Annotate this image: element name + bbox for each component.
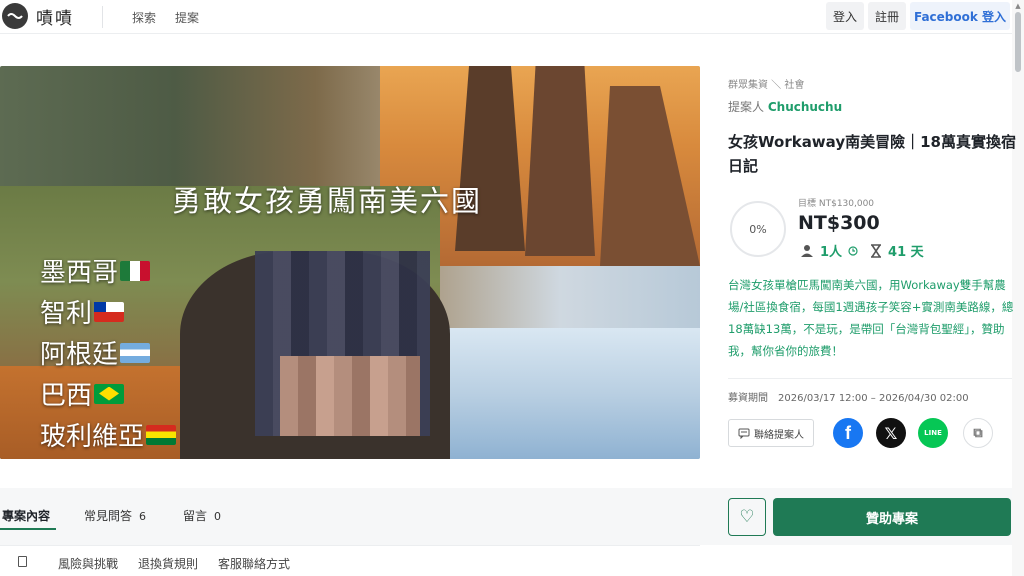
clock-icon bbox=[848, 245, 858, 256]
nav-explore[interactable]: 探索 bbox=[132, 9, 156, 26]
scroll-up-arrow-icon[interactable]: ▲ bbox=[1014, 2, 1022, 10]
share-line-icon[interactable]: LINE bbox=[918, 418, 948, 448]
proposer-line: 提案人 Chuchuchu bbox=[728, 98, 842, 115]
cover-peak bbox=[525, 66, 595, 256]
heart-icon: ♡ bbox=[739, 507, 755, 527]
argentina-flag-icon bbox=[120, 342, 151, 363]
project-cover-image: 勇敢女孩勇闖南美六國 墨西哥 智利 阿根廷 巴西 玻利維亞 祕魯 bbox=[0, 66, 700, 459]
contact-proposer-label: 聯絡提案人 bbox=[754, 429, 804, 441]
progress-percent: 0% bbox=[749, 222, 767, 236]
funding-period: 募資期間 2026/03/17 12:00 – 2026/04/30 02:00 bbox=[728, 393, 969, 404]
tab-label: 專案內容 bbox=[2, 509, 51, 523]
nav-propose[interactable]: 提案 bbox=[175, 9, 199, 26]
tab-project-content[interactable]: 專案內容 bbox=[2, 507, 50, 524]
country-item: 祕魯 bbox=[40, 455, 176, 459]
tab-label: 留言 bbox=[183, 509, 208, 523]
share-x-icon[interactable]: 𝕏 bbox=[876, 418, 906, 448]
active-tab-indicator bbox=[0, 528, 56, 530]
site-header: 嘖嘖 探索 提案 登入 註冊 Facebook 登入 bbox=[0, 0, 1024, 34]
project-description: 台灣女孩單槍匹馬闖南美六國，用Workaway雙手幫農場/社區換食宿，每國1週遇… bbox=[728, 278, 1014, 358]
country-name: 阿根廷 bbox=[40, 340, 119, 370]
hourglass-icon bbox=[871, 243, 882, 258]
tab-count: 6 bbox=[139, 510, 147, 523]
subtab-customer-service[interactable]: 客服聯絡方式 bbox=[218, 555, 290, 572]
message-icon bbox=[738, 428, 750, 439]
subtab-return-policy[interactable]: 退換貨規則 bbox=[138, 555, 198, 572]
proposer-name-link[interactable]: Chuchuchu bbox=[768, 100, 842, 114]
country-item: 智利 bbox=[40, 291, 176, 332]
country-item: 玻利維亞 bbox=[40, 414, 177, 455]
person-icon bbox=[801, 244, 813, 257]
days-left: 41 天 bbox=[888, 245, 924, 260]
tab-faq[interactable]: 常見問答 6 bbox=[84, 507, 146, 524]
country-name: 巴西 bbox=[40, 381, 93, 411]
header-divider bbox=[102, 6, 103, 28]
chile-flag-icon bbox=[94, 301, 125, 322]
document-icon bbox=[18, 556, 27, 567]
contact-proposer-button[interactable]: 聯絡提案人 bbox=[728, 419, 814, 447]
bolivia-flag-icon bbox=[146, 424, 177, 445]
country-name: 祕魯 bbox=[40, 457, 92, 459]
register-button[interactable]: 註冊 bbox=[868, 2, 906, 30]
login-button[interactable]: 登入 bbox=[826, 2, 864, 30]
cover-glacier bbox=[430, 328, 700, 459]
country-name: 智利 bbox=[40, 299, 93, 329]
backers-count: 1人 bbox=[820, 245, 843, 260]
share-facebook-icon[interactable]: f bbox=[833, 418, 863, 448]
cover-pixelated-face bbox=[280, 356, 420, 436]
subtab-risks[interactable]: 風險與挑戰 bbox=[58, 555, 118, 572]
divider bbox=[728, 378, 1012, 379]
progress-circle: 0% bbox=[730, 201, 786, 257]
raised-amount: NT$300 bbox=[798, 212, 880, 234]
project-title: 女孩Workaway南美冒險｜18萬真實換宿日記 bbox=[728, 133, 1016, 175]
country-name: 玻利維亞 bbox=[40, 422, 145, 452]
support-project-button[interactable]: 贊助專案 bbox=[773, 498, 1011, 536]
logo-text: 嘖嘖 bbox=[36, 8, 74, 29]
tab-comments[interactable]: 留言 0 bbox=[183, 507, 221, 524]
breadcrumb[interactable]: 群眾集資 ＼ 社會 bbox=[728, 76, 804, 91]
country-item: 墨西哥 bbox=[40, 250, 176, 291]
country-item: 巴西 bbox=[40, 373, 176, 414]
brazil-flag-icon bbox=[94, 383, 125, 404]
copy-link-icon[interactable]: ⧉ bbox=[963, 418, 993, 448]
follow-heart-button[interactable]: ♡ bbox=[728, 498, 766, 536]
country-list: 墨西哥 智利 阿根廷 巴西 玻利維亞 祕魯 bbox=[40, 250, 177, 459]
proposer-label: 提案人 bbox=[728, 100, 765, 114]
project-stats: 1人 41 天 bbox=[800, 241, 924, 260]
goal-amount: 目標 NT$130,000 bbox=[798, 199, 875, 209]
tab-label: 常見問答 bbox=[84, 509, 133, 523]
logo-mark-icon bbox=[2, 3, 28, 29]
facebook-login-button[interactable]: Facebook 登入 bbox=[910, 2, 1010, 30]
country-name: 墨西哥 bbox=[40, 258, 119, 288]
mexico-flag-icon bbox=[120, 260, 151, 281]
scroll-thumb[interactable] bbox=[1015, 12, 1021, 72]
tab-count: 0 bbox=[214, 510, 222, 523]
country-item: 阿根廷 bbox=[40, 332, 176, 373]
site-logo[interactable]: 嘖嘖 bbox=[2, 3, 74, 29]
cover-title: 勇敢女孩勇闖南美六國 bbox=[172, 184, 483, 218]
